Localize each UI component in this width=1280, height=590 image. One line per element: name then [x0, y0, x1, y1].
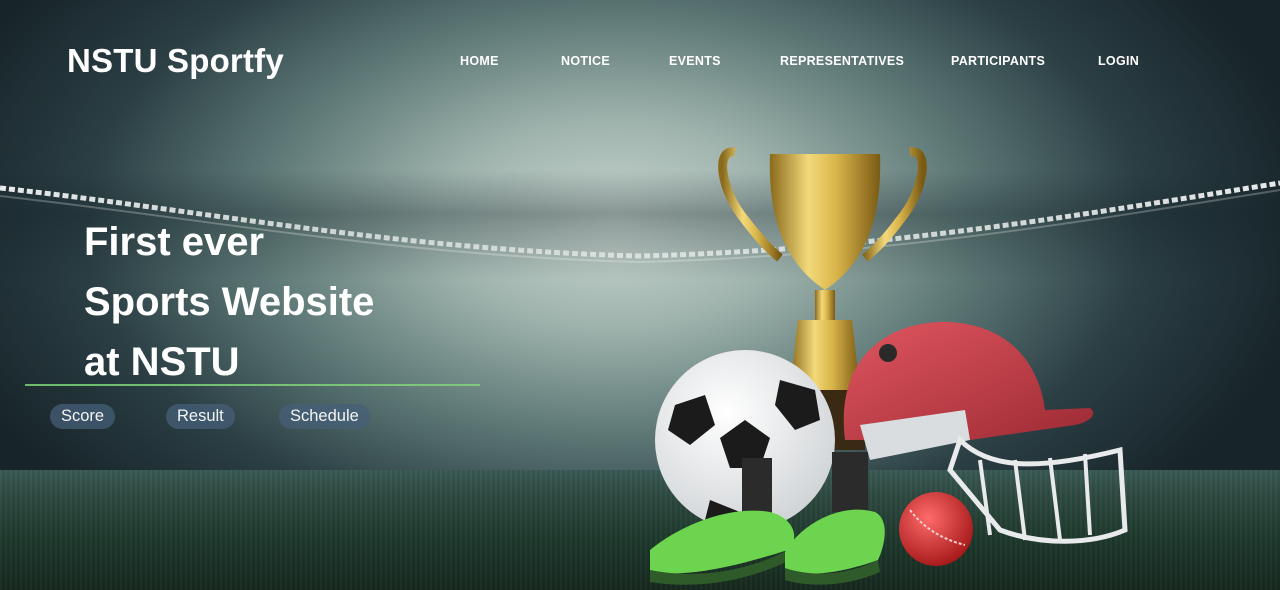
cricket-ball-icon	[899, 492, 973, 566]
hero-heading: First ever Sports Website at NSTU	[84, 212, 374, 392]
brand-logo[interactable]: NSTU Sportfy	[67, 42, 284, 80]
sports-equipment-image	[650, 147, 1128, 585]
nav-notice[interactable]: NOTICE	[561, 54, 610, 68]
hero-line-2: Sports Website	[84, 280, 375, 324]
nav-representatives[interactable]: REPRESENTATIVES	[780, 54, 904, 68]
schedule-button[interactable]: Schedule	[279, 404, 370, 429]
hero-line-1: First ever	[84, 220, 265, 264]
score-button[interactable]: Score	[50, 404, 116, 429]
result-button[interactable]: Result	[166, 404, 235, 429]
cricket-helmet-icon	[843, 321, 1128, 544]
nav-participants[interactable]: PARTICIPANTS	[951, 54, 1045, 68]
nav-events[interactable]: EVENTS	[669, 54, 721, 68]
hero-line-3: at NSTU	[84, 340, 240, 384]
nav-login[interactable]: LOGIN	[1098, 54, 1139, 68]
nav-home[interactable]: HOME	[460, 54, 499, 68]
hero-divider	[25, 384, 480, 386]
